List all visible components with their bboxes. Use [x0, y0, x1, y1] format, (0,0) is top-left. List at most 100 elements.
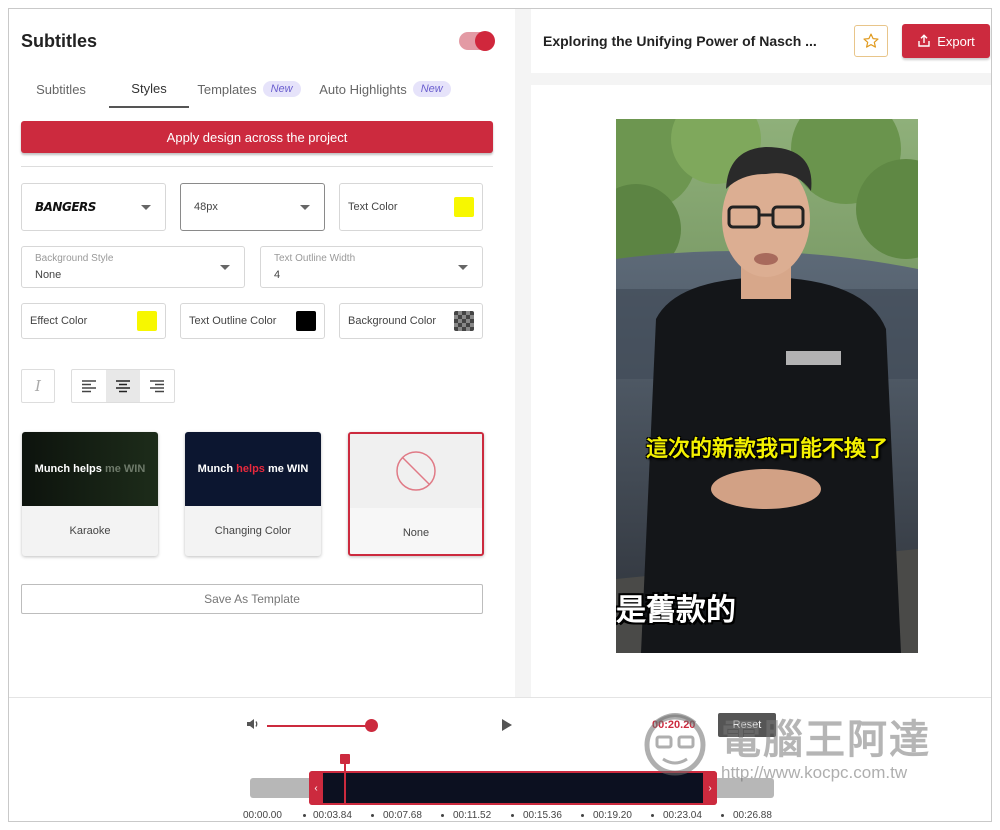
- template-card-changing-color[interactable]: Munch helps me WIN Changing Color: [185, 432, 321, 556]
- tick-dot: [721, 814, 724, 817]
- font-size-select[interactable]: 48px: [180, 183, 325, 231]
- export-button[interactable]: Export: [902, 24, 990, 58]
- volume-slider-handle[interactable]: [365, 719, 378, 732]
- italic-button[interactable]: I: [21, 369, 55, 403]
- italic-icon: I: [35, 377, 41, 395]
- app-window: Subtitles Subtitles Styles Templates New …: [8, 8, 992, 822]
- tick-label: 00:00.00: [243, 810, 282, 821]
- tab-styles[interactable]: Styles: [109, 71, 189, 108]
- tick-label: 00:19.20: [593, 810, 632, 821]
- tab-auto-highlights[interactable]: Auto Highlights New: [313, 71, 457, 107]
- template-label: Karaoke: [69, 525, 111, 537]
- trim-start-handle[interactable]: ‹: [309, 771, 323, 805]
- subtitle-line: 這次的新款我可能不換了: [645, 436, 888, 461]
- toggle-knob: [475, 31, 495, 51]
- template-preview: Munch helps me WIN: [22, 432, 158, 506]
- tick-label: 00:03.84: [313, 810, 352, 821]
- align-right-icon: [150, 380, 164, 393]
- volume-slider-track[interactable]: [267, 725, 369, 727]
- field-label: Background Style: [35, 253, 114, 264]
- text-align-group: [71, 369, 175, 403]
- subtitles-toggle[interactable]: [459, 31, 495, 51]
- preview-text: me WIN: [264, 463, 309, 475]
- chevron-down-icon: [141, 205, 151, 210]
- play-icon[interactable]: [501, 718, 513, 732]
- background-color-label: Background Color: [348, 315, 437, 327]
- tick-label: 00:07.68: [383, 810, 422, 821]
- playhead-handle[interactable]: [340, 754, 350, 764]
- favorite-button[interactable]: [854, 25, 888, 57]
- divider: [21, 166, 493, 167]
- upload-icon: [918, 34, 930, 47]
- template-label: None: [402, 527, 430, 539]
- chevron-down-icon: [220, 265, 230, 270]
- transparent-swatch[interactable]: [454, 311, 474, 331]
- chevron-down-icon: [300, 205, 310, 210]
- new-badge: New: [262, 81, 301, 97]
- tab-label: Templates: [197, 81, 257, 97]
- tab-bar: Subtitles Styles Templates New Auto Highl…: [21, 71, 491, 109]
- timeline-ruler: 00:00.00 00:03.84 00:07.68 00:11.52 00:1…: [243, 810, 783, 821]
- tick-dot: [651, 814, 654, 817]
- star-icon: [863, 33, 879, 48]
- export-label: Export: [937, 33, 975, 49]
- new-badge: New: [412, 81, 451, 97]
- template-card-karaoke[interactable]: Munch helps me WIN Karaoke: [22, 432, 158, 556]
- text-color-swatch[interactable]: [454, 197, 474, 217]
- background-style-select[interactable]: Background Style None: [21, 246, 245, 288]
- template-preview: [350, 434, 482, 508]
- apply-design-button[interactable]: Apply design across the project: [21, 121, 493, 153]
- preview-text-dim: me WIN: [101, 463, 146, 475]
- subtitle-highlight: 是舊款的: [616, 594, 736, 627]
- current-time: 00:20.20: [652, 719, 696, 731]
- align-right-button[interactable]: [140, 370, 174, 402]
- tab-label: Auto Highlights: [319, 81, 407, 97]
- field-label: Text Outline Width: [274, 253, 356, 264]
- volume-icon[interactable]: [245, 716, 261, 732]
- project-header: Exploring the Unifying Power of Nasch ..…: [531, 9, 991, 73]
- font-select[interactable]: BANGERS: [21, 183, 166, 231]
- trim-end-handle[interactable]: ›: [703, 771, 717, 805]
- tick-label: 00:11.52: [453, 810, 492, 821]
- reset-button[interactable]: Reset: [718, 713, 776, 737]
- tick-label: 00:23.04: [663, 810, 702, 821]
- font-size-value: 48px: [194, 201, 218, 213]
- effect-color-picker[interactable]: Effect Color: [21, 303, 166, 339]
- tick-label: 00:26.88: [733, 810, 772, 821]
- preview-area: 這次的新款我可能不換了 是舊款的: [531, 85, 991, 697]
- save-as-template-button[interactable]: Save As Template: [21, 584, 483, 614]
- background-color-picker[interactable]: Background Color: [339, 303, 483, 339]
- align-left-icon: [82, 380, 96, 393]
- tick-dot: [511, 814, 514, 817]
- text-color-picker[interactable]: Text Color: [339, 183, 483, 231]
- text-color-label: Text Color: [348, 201, 398, 213]
- text-outline-width-select[interactable]: Text Outline Width 4: [260, 246, 483, 288]
- text-outline-color-picker[interactable]: Text Outline Color: [180, 303, 325, 339]
- align-left-button[interactable]: [72, 370, 106, 402]
- subtitles-panel: Subtitles Subtitles Styles Templates New …: [9, 9, 515, 697]
- video-preview[interactable]: 這次的新款我可能不換了 是舊款的: [616, 119, 918, 653]
- tick-dot: [303, 814, 306, 817]
- clip-selection[interactable]: ‹ ›: [309, 771, 717, 805]
- tick-dot: [371, 814, 374, 817]
- outline-color-swatch[interactable]: [296, 311, 316, 331]
- tab-label: Styles: [131, 81, 167, 96]
- template-label: Changing Color: [214, 525, 292, 537]
- effect-color-label: Effect Color: [30, 315, 88, 327]
- field-value: None: [35, 269, 62, 281]
- tick-dot: [581, 814, 584, 817]
- timeline-bar: 00:20.20 Reset ‹ › 00:00.00 00:03.84 00:…: [9, 697, 991, 821]
- effect-color-swatch[interactable]: [137, 311, 157, 331]
- tab-templates[interactable]: Templates New: [193, 71, 305, 107]
- tab-subtitles[interactable]: Subtitles: [21, 71, 101, 107]
- template-card-none[interactable]: None: [348, 432, 484, 556]
- template-preview: Munch helps me WIN: [185, 432, 321, 506]
- project-title: Exploring the Unifying Power of Nasch ..…: [543, 33, 817, 49]
- tick-label: 00:15.36: [523, 810, 562, 821]
- align-center-button[interactable]: [106, 370, 140, 402]
- preview-text: Munch helps: [34, 463, 102, 475]
- font-value: BANGERS: [35, 200, 96, 214]
- preview-text-highlight: helps: [236, 463, 265, 475]
- tab-label: Subtitles: [36, 81, 86, 97]
- video-frame: [616, 119, 918, 653]
